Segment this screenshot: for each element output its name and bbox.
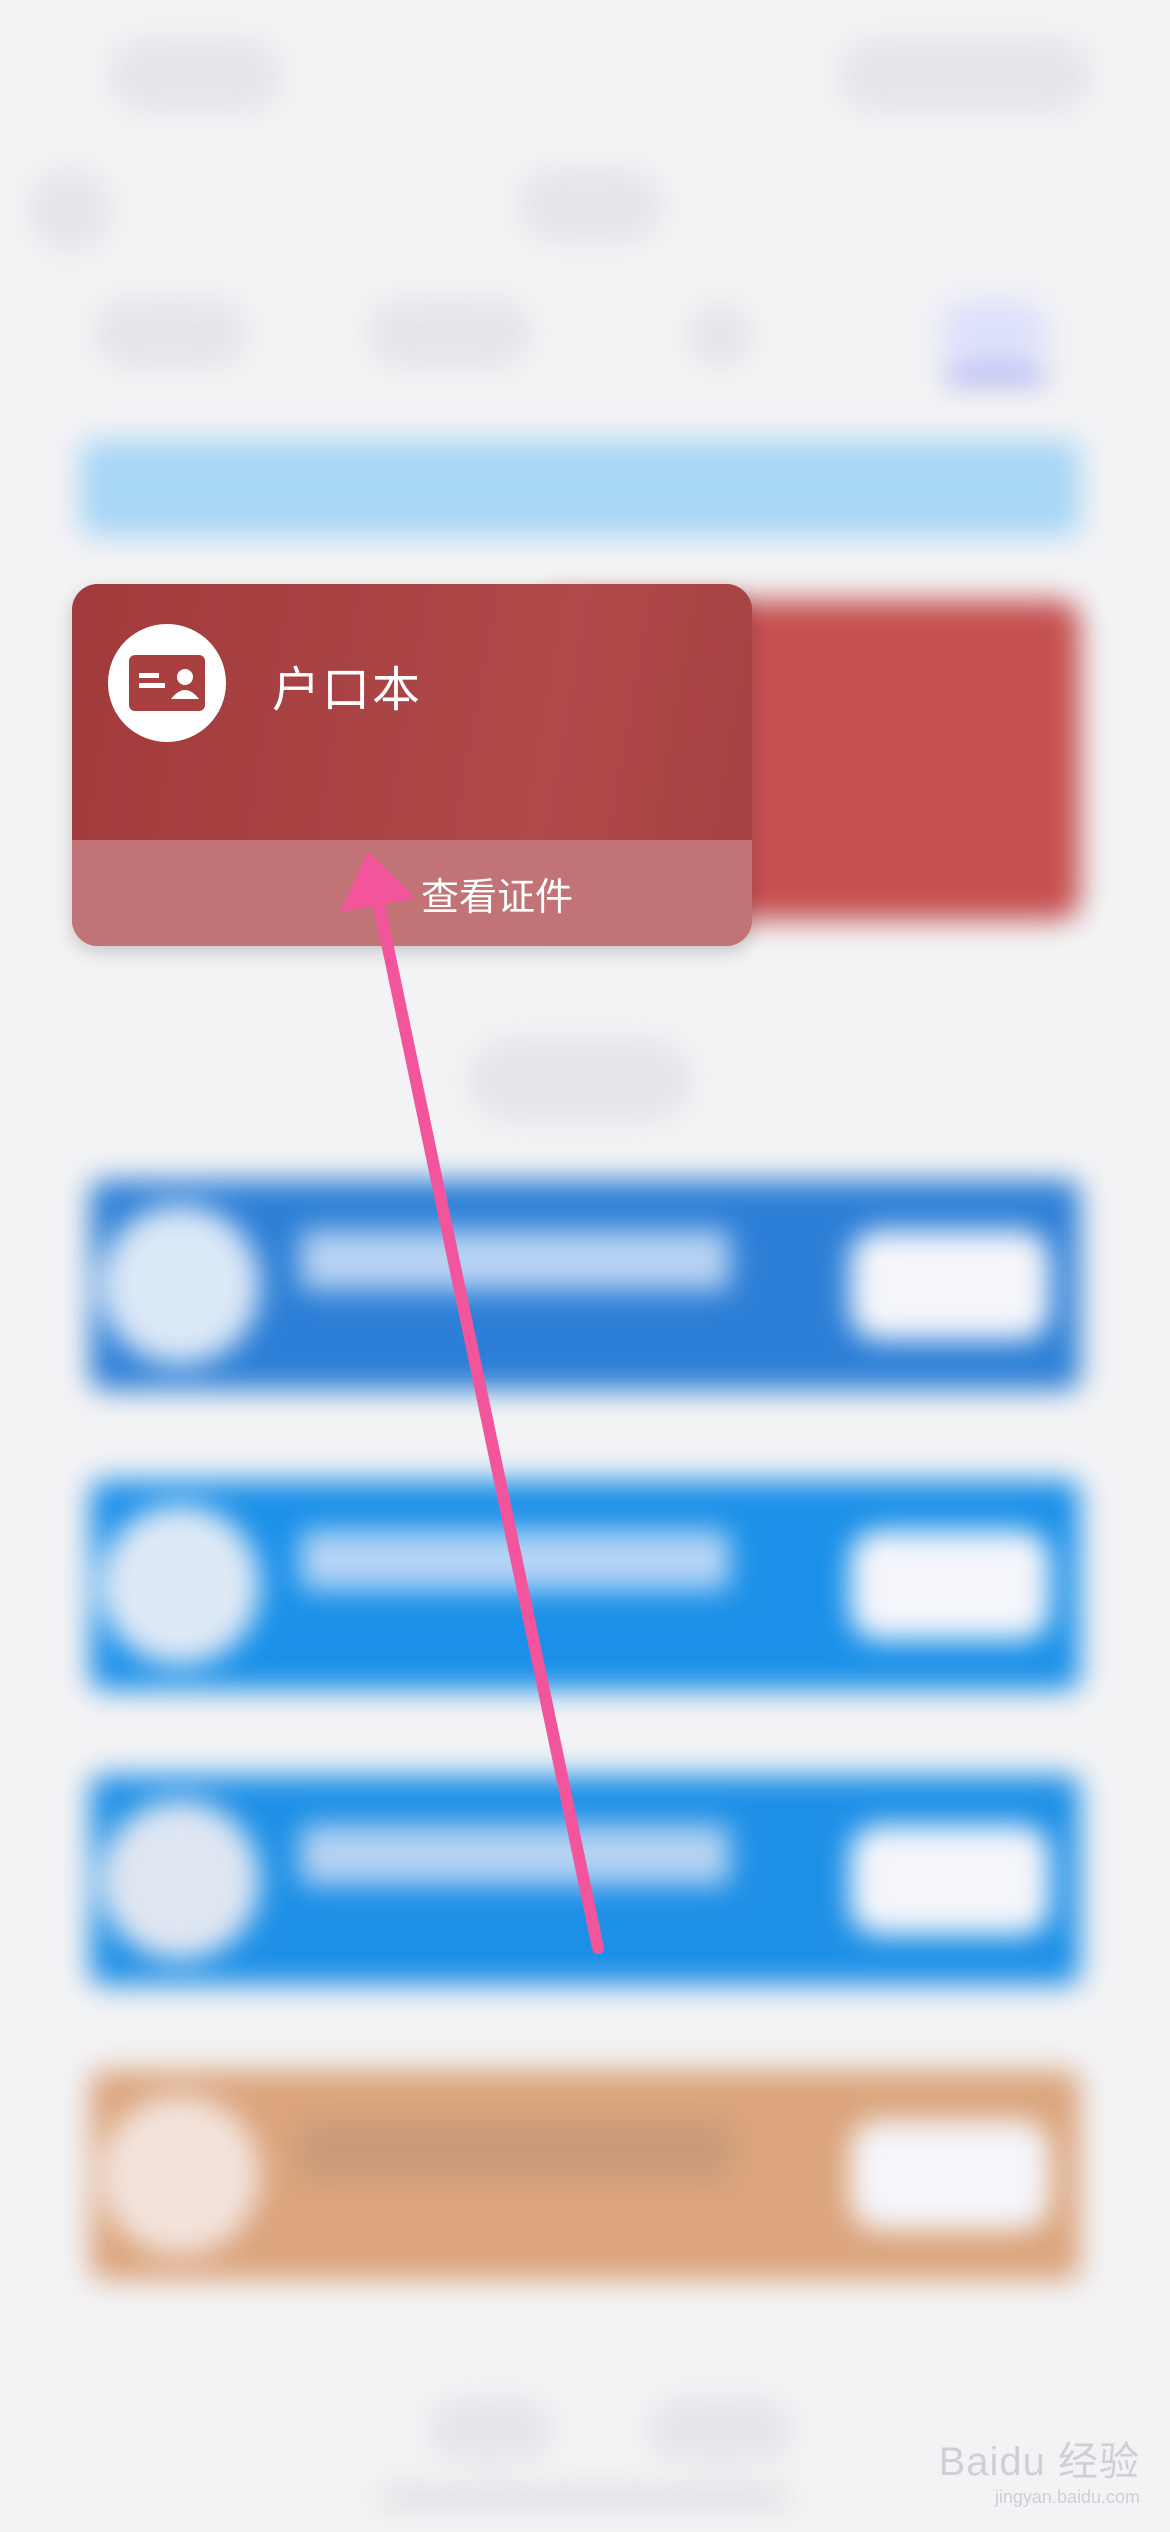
tile-2-icon [100,1505,260,1665]
tile-3-text-blur [300,1825,730,1885]
household-register-card[interactable]: 户口本 查看证件 [72,584,752,946]
tab-3-blur[interactable] [690,305,750,365]
tile-4-button-blur[interactable] [850,2120,1050,2230]
tab-active-indicator [945,372,1045,380]
blurred-background [0,0,1170,2532]
id-card-icon [108,624,226,742]
watermark-brand: Baidu 经验 [938,2440,1140,2484]
tile-2-button-blur[interactable] [850,1530,1050,1640]
tab-2-blur[interactable] [370,300,530,366]
tile-3-icon [100,1800,260,1960]
card-header: 户口本 [72,584,752,840]
back-button-blur[interactable] [30,170,110,250]
tab-active-blur[interactable] [940,300,1050,366]
tile-4-text-blur [300,2120,730,2180]
service-tile-4[interactable] [90,2070,1080,2280]
info-banner-blur[interactable] [80,440,1080,536]
bottom-nav-1-blur[interactable] [430,2400,550,2460]
status-time-blur [110,40,280,110]
bottom-nav-2-blur[interactable] [650,2400,790,2460]
home-indicator [380,2490,790,2504]
tile-3-button-blur[interactable] [850,1825,1050,1935]
card-title: 户口本 [272,662,423,718]
baidu-watermark: Baidu 经验 jingyan.baidu.com [939,2429,1140,2508]
section-title-blur [470,1040,690,1120]
tile-1-button-blur[interactable] [850,1230,1050,1340]
tile-4-icon [100,2095,260,2255]
service-tile-1[interactable] [90,1180,1080,1390]
watermark-url: jingyan.baidu.com [994,2487,1140,2507]
tile-2-text-blur [300,1530,730,1590]
tile-1-icon [100,1205,260,1365]
view-certificate-button[interactable]: 查看证件 [72,840,752,946]
service-tile-2[interactable] [90,1480,1080,1690]
tile-1-text-blur [300,1230,730,1290]
tab-1-blur[interactable] [95,300,245,366]
page-title-blur [520,170,660,240]
service-tile-3[interactable] [90,1775,1080,1985]
status-icons-blur [840,40,1090,110]
